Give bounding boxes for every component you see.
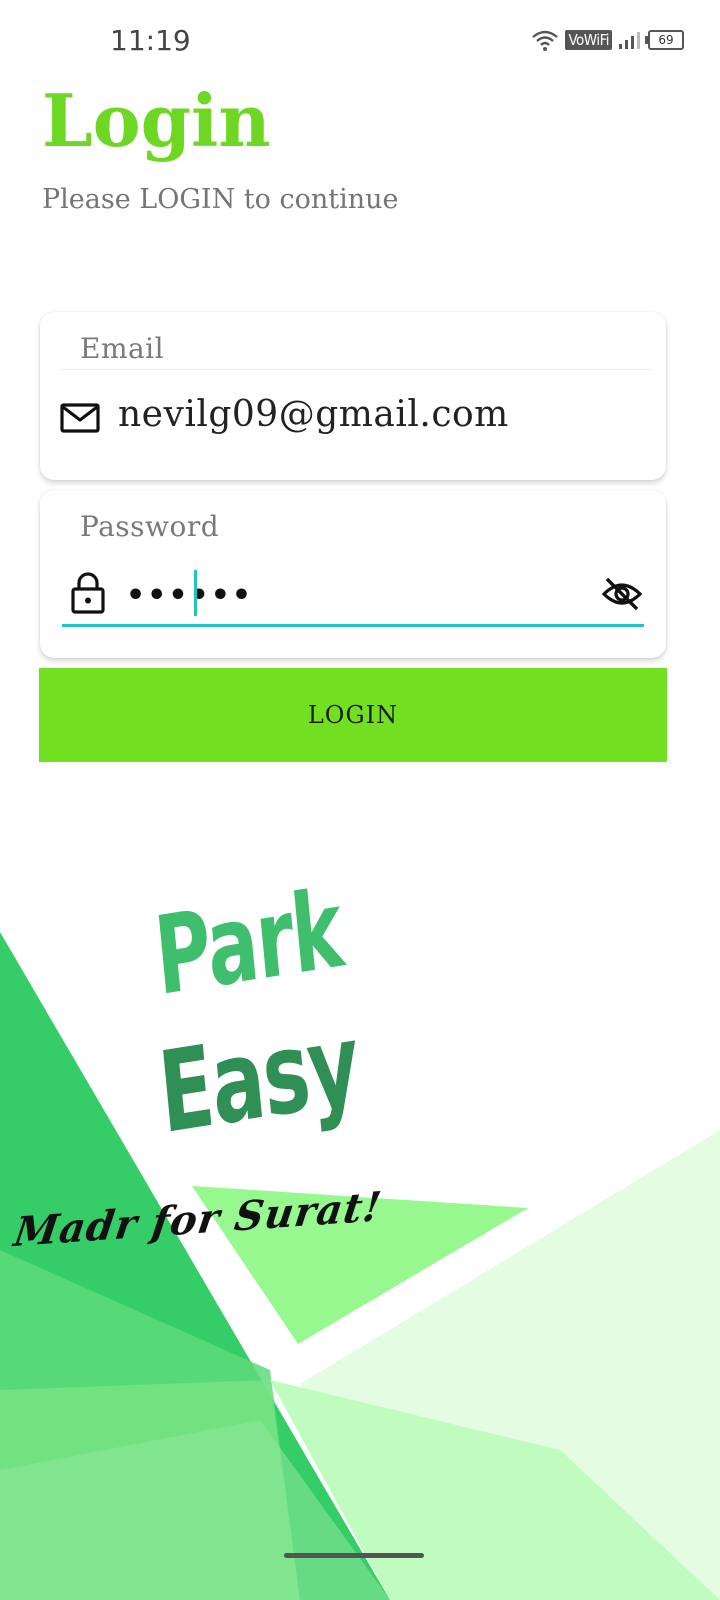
password-field[interactable]: Password •••••• <box>40 490 666 658</box>
status-icons: VoWiFi 69 <box>531 24 684 56</box>
password-label: Password <box>80 510 220 543</box>
eye-off-icon[interactable] <box>602 576 642 612</box>
page-title: Login <box>42 78 271 163</box>
lock-icon <box>71 572 105 614</box>
background-art <box>0 932 720 1600</box>
tagline: Madr for Surat! <box>11 1182 385 1257</box>
email-input[interactable]: nevilg09@gmail.com <box>118 394 509 435</box>
email-field[interactable]: Email nevilg09@gmail.com <box>40 312 666 480</box>
text-caret <box>194 570 197 616</box>
logo-easy-text: Easy <box>154 998 364 1160</box>
home-indicator[interactable] <box>284 1553 424 1558</box>
status-time: 11:19 <box>110 24 191 57</box>
mail-icon <box>60 403 100 433</box>
email-label: Email <box>80 332 165 365</box>
logo-park-text: Park <box>150 866 347 1021</box>
password-input[interactable]: •••••• <box>126 578 253 613</box>
password-underline <box>62 624 644 627</box>
signal-icon <box>619 32 640 49</box>
page-subtitle: Please LOGIN to continue <box>42 184 399 215</box>
login-button[interactable]: LOGIN <box>39 668 667 762</box>
battery-icon: 69 <box>645 30 684 50</box>
status-bar: 11:19 VoWiFi 69 <box>0 0 720 80</box>
wifi-icon <box>532 30 559 51</box>
vowifi-badge: VoWiFi <box>565 30 612 50</box>
email-divider <box>60 369 652 370</box>
